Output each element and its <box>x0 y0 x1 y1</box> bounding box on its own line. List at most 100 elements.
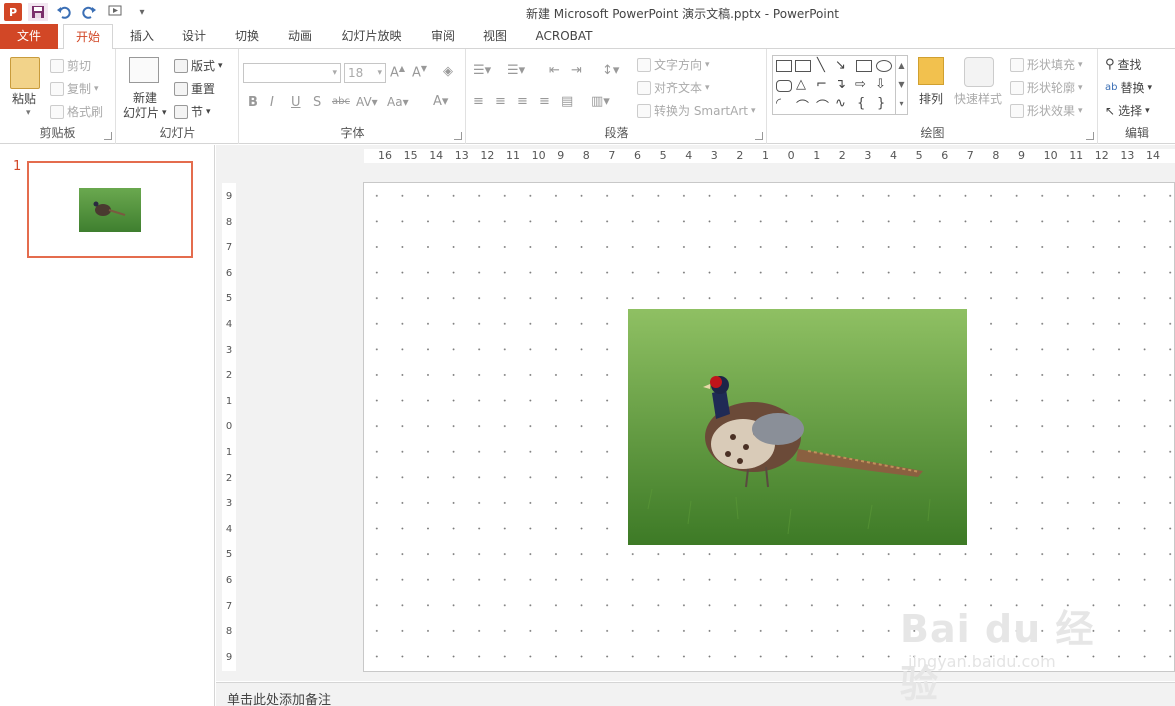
paste-dropdown-icon[interactable]: ▾ <box>26 108 31 118</box>
shape-effects-button[interactable]: 形状效果 ▾ <box>1010 102 1083 119</box>
left-brace-shape-icon[interactable]: { <box>857 96 865 111</box>
ruler-tick: 11 <box>506 149 520 162</box>
tab-animations[interactable]: 动画 <box>279 24 321 49</box>
convert-smartart-button[interactable]: 转换为 SmartArt ▾ <box>637 102 756 119</box>
chevron-down-icon: ▾ <box>705 82 710 93</box>
right-brace-shape-icon[interactable]: } <box>877 96 885 111</box>
shapes-gallery[interactable]: ╲ ↘ △ ⌐ ↴ ⇨ ⇩ ◜ ⌒ ⌒ ∿ { } ▲ ▼ ▾ <box>772 55 908 115</box>
quick-styles-icon[interactable] <box>964 57 994 87</box>
bullets-icon[interactable]: ☰▾ <box>473 63 491 78</box>
shapes-scroll-icon[interactable]: ▲ ▼ ▾ <box>895 56 907 114</box>
align-left-icon[interactable]: ≡ <box>473 94 484 109</box>
arrow-shape-icon[interactable]: ↘ <box>835 58 846 73</box>
shape-fill-button[interactable]: 形状填充 ▾ <box>1010 56 1083 73</box>
right-arrow-shape-icon[interactable]: ⇨ <box>855 77 866 92</box>
quick-styles-button[interactable]: 快速样式 <box>954 90 1002 107</box>
paste-icon[interactable] <box>10 57 40 89</box>
paste-button[interactable]: 粘贴 <box>12 90 36 107</box>
clear-formatting-icon[interactable]: ◈ <box>443 64 453 79</box>
italic-icon[interactable]: I <box>270 95 274 110</box>
watermark-url: jingyan.baidu.com <box>908 652 1056 671</box>
triangle-shape-icon[interactable]: △ <box>796 77 806 92</box>
format-painter-button[interactable]: 格式刷 <box>50 103 103 120</box>
section-button[interactable]: 节 ▾ <box>174 103 211 120</box>
arc-shape-icon[interactable]: ⌒ <box>816 96 829 115</box>
tab-home[interactable]: 开始 <box>63 24 113 50</box>
rectangle-shape-icon[interactable] <box>856 60 872 72</box>
font-size-select[interactable]: 18 ▾ <box>344 63 386 83</box>
ruler-tick: 14 <box>429 149 444 162</box>
increase-indent-icon[interactable]: ⇥ <box>571 63 582 78</box>
select-button[interactable]: ↖ 选择 ▾ <box>1105 102 1150 119</box>
scissors-icon <box>50 58 64 73</box>
line-spacing-icon[interactable]: ↕▾ <box>602 63 619 78</box>
shape-fill-label: 形状填充 <box>1027 58 1076 72</box>
arrange-icon[interactable] <box>918 57 944 85</box>
tab-slideshow[interactable]: 幻灯片放映 <box>334 24 409 49</box>
ruler-tick: 3 <box>225 498 233 510</box>
tab-review[interactable]: 审阅 <box>422 24 464 49</box>
freeform-shape-icon[interactable]: ◜ <box>776 96 781 111</box>
paragraph-launcher-icon[interactable] <box>755 132 763 140</box>
slide-thumbnail[interactable] <box>27 161 193 258</box>
layout-button[interactable]: 版式 ▾ <box>174 57 223 74</box>
textbox-shape-icon[interactable] <box>776 60 792 72</box>
decrease-indent-icon[interactable]: ⇤ <box>549 63 560 78</box>
arrange-button[interactable]: 排列 <box>919 90 943 107</box>
columns-icon[interactable]: ▥▾ <box>591 94 610 109</box>
character-spacing-icon[interactable]: AV▾ <box>356 95 378 109</box>
clipboard-group-label: 剪贴板 <box>39 126 76 140</box>
find-button[interactable]: ⚲ 查找 <box>1105 56 1142 73</box>
increase-font-icon[interactable]: A▲ <box>390 64 405 80</box>
font-launcher-icon[interactable] <box>454 132 462 140</box>
copy-button[interactable]: 复制 ▾ <box>50 80 99 97</box>
effects-icon <box>1010 103 1024 118</box>
align-text-button[interactable]: 对齐文本 ▾ <box>637 79 710 96</box>
font-family-select[interactable]: ▾ <box>243 63 341 83</box>
new-slide-dropdown[interactable]: 幻灯片 ▾ <box>123 104 167 121</box>
underline-icon[interactable]: U <box>291 95 301 110</box>
numbering-icon[interactable]: ☰▾ <box>507 63 525 78</box>
ruler-tick: 9 <box>557 149 565 162</box>
tab-design[interactable]: 设计 <box>173 24 215 49</box>
replace-icon: ab <box>1105 82 1118 93</box>
tab-acrobat[interactable]: ACROBAT <box>530 24 598 49</box>
justify-icon[interactable]: ≡ <box>539 94 550 109</box>
elbow-connector-shape-icon[interactable]: ⌐ <box>816 77 827 92</box>
new-slide-icon[interactable] <box>129 57 159 83</box>
curve-shape-icon[interactable]: ⌒ <box>796 96 809 115</box>
cut-button[interactable]: 剪切 <box>50 57 91 74</box>
ruler-tick: 6 <box>941 149 949 162</box>
vertical-textbox-shape-icon[interactable] <box>795 60 811 72</box>
line-shape-icon[interactable]: ╲ <box>817 58 825 73</box>
scribble-shape-icon[interactable]: ∿ <box>835 96 846 111</box>
strikethrough-icon[interactable]: abc <box>332 96 350 107</box>
tab-insert[interactable]: 插入 <box>122 24 162 49</box>
down-arrow-shape-icon[interactable]: ⇩ <box>875 77 886 92</box>
clipboard-launcher-icon[interactable] <box>104 132 112 140</box>
ruler-tick: 5 <box>659 149 667 162</box>
rounded-rectangle-shape-icon[interactable] <box>776 80 792 92</box>
shape-outline-button[interactable]: 形状轮廓 ▾ <box>1010 79 1083 96</box>
drawing-launcher-icon[interactable] <box>1086 132 1094 140</box>
pheasant-photo[interactable] <box>628 309 967 545</box>
horizontal-ruler: 16 15 14 13 12 11 10 9 8 7 6 5 4 3 2 1 0 1 2 3 4 5 6 7 8 9 10 11 12 1… <box>364 149 1175 163</box>
elbow-arrow-shape-icon[interactable]: ↴ <box>835 77 846 92</box>
oval-shape-icon[interactable] <box>876 60 892 72</box>
font-group-label: 字体 <box>340 126 365 140</box>
tab-file[interactable]: 文件 <box>0 24 58 49</box>
change-case-icon[interactable]: Aa▾ <box>387 95 409 109</box>
shadow-icon[interactable]: S <box>313 95 321 110</box>
font-color-icon[interactable]: A▾ <box>433 94 448 109</box>
text-direction-button[interactable]: 文字方向 ▾ <box>637 56 710 73</box>
tab-view[interactable]: 视图 <box>474 24 516 49</box>
align-center-icon[interactable]: ≡ <box>495 94 506 109</box>
distributed-icon[interactable]: ▤ <box>561 94 573 109</box>
bold-icon[interactable]: B <box>248 95 258 110</box>
tab-transitions[interactable]: 切换 <box>227 24 267 49</box>
reset-button[interactable]: 重置 <box>174 80 215 97</box>
decrease-font-icon[interactable]: A▼ <box>412 64 427 80</box>
align-right-icon[interactable]: ≡ <box>517 94 528 109</box>
replace-button[interactable]: ab 替换 ▾ <box>1105 79 1152 96</box>
align-text-icon <box>637 80 651 95</box>
